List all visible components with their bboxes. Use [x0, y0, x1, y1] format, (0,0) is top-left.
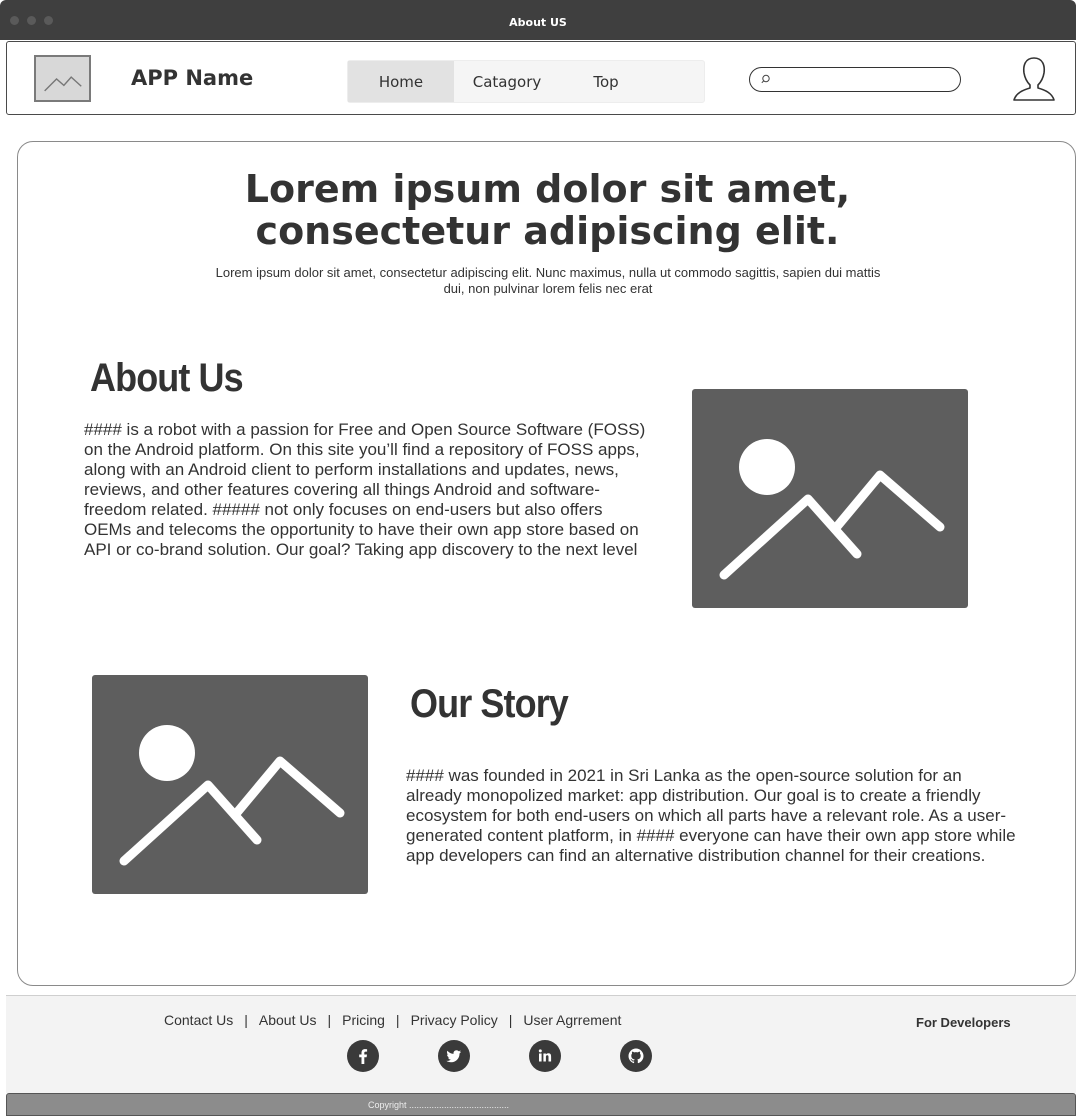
hero-subtitle: Lorem ipsum dolor sit amet, consectetur …	[215, 265, 881, 296]
for-developers-link[interactable]: For Developers	[916, 1015, 1011, 1030]
app-logo[interactable]	[34, 55, 91, 102]
footer-separator: |	[327, 1012, 332, 1028]
linkedin-glyph	[538, 1049, 552, 1062]
copyright-bar: Copyright ..............................…	[6, 1093, 1076, 1116]
our-story-heading: Our Story	[410, 682, 569, 726]
window-title-bar: About US	[0, 0, 1076, 40]
main-nav: Home Catagory Top	[347, 60, 705, 103]
hero-title: Lorem ipsum dolor sit amet, consectetur …	[18, 168, 1076, 252]
nav-home[interactable]: Home	[348, 61, 454, 102]
site-header: APP Name Home Catagory Top	[6, 41, 1076, 115]
about-us-heading: About Us	[90, 356, 244, 400]
image-placeholder-icon	[44, 76, 82, 92]
about-us-text: #### is a robot with a passion for Free …	[84, 420, 646, 559]
window-title: About US	[509, 16, 567, 29]
footer-separator: |	[508, 1012, 513, 1028]
footer-link-user-agreement[interactable]: User Agrrement	[523, 1012, 621, 1028]
site-footer: Contact Us | About Us | Pricing | Privac…	[6, 995, 1076, 1093]
github-icon[interactable]	[620, 1040, 652, 1072]
image-placeholder-icon	[119, 725, 345, 866]
search-icon	[761, 74, 770, 84]
footer-separator: |	[395, 1012, 400, 1028]
twitter-glyph	[446, 1050, 461, 1063]
user-profile-icon[interactable]	[1011, 54, 1057, 104]
footer-link-privacy-policy[interactable]: Privacy Policy	[411, 1012, 498, 1028]
nav-top[interactable]: Top	[560, 61, 652, 102]
footer-links: Contact Us | About Us | Pricing | Privac…	[164, 1012, 621, 1028]
hero-title-line-2: consectetur adipiscing elit.	[255, 209, 840, 253]
footer-separator: |	[244, 1012, 248, 1028]
our-story-image	[92, 675, 368, 894]
github-glyph	[628, 1048, 644, 1064]
our-story-text: #### was founded in 2021 in Sri Lanka as…	[406, 766, 1016, 865]
nav-category[interactable]: Catagory	[454, 61, 560, 102]
copyright-text: Copyright ..............................…	[368, 1100, 510, 1110]
twitter-icon[interactable]	[438, 1040, 470, 1072]
search-input[interactable]	[749, 67, 961, 92]
social-links	[347, 1040, 652, 1072]
content-panel: Lorem ipsum dolor sit amet, consectetur …	[17, 141, 1076, 986]
linkedin-icon[interactable]	[529, 1040, 561, 1072]
footer-link-about-us[interactable]: About Us	[259, 1012, 317, 1028]
about-us-image	[692, 389, 968, 608]
app-name: APP Name	[131, 66, 254, 90]
facebook-glyph	[359, 1049, 368, 1064]
facebook-icon[interactable]	[347, 1040, 379, 1072]
image-placeholder-icon	[719, 439, 945, 580]
footer-link-pricing[interactable]: Pricing	[342, 1012, 385, 1028]
hero-title-line-1: Lorem ipsum dolor sit amet,	[244, 167, 851, 211]
footer-link-contact-us[interactable]: Contact Us	[164, 1012, 233, 1028]
